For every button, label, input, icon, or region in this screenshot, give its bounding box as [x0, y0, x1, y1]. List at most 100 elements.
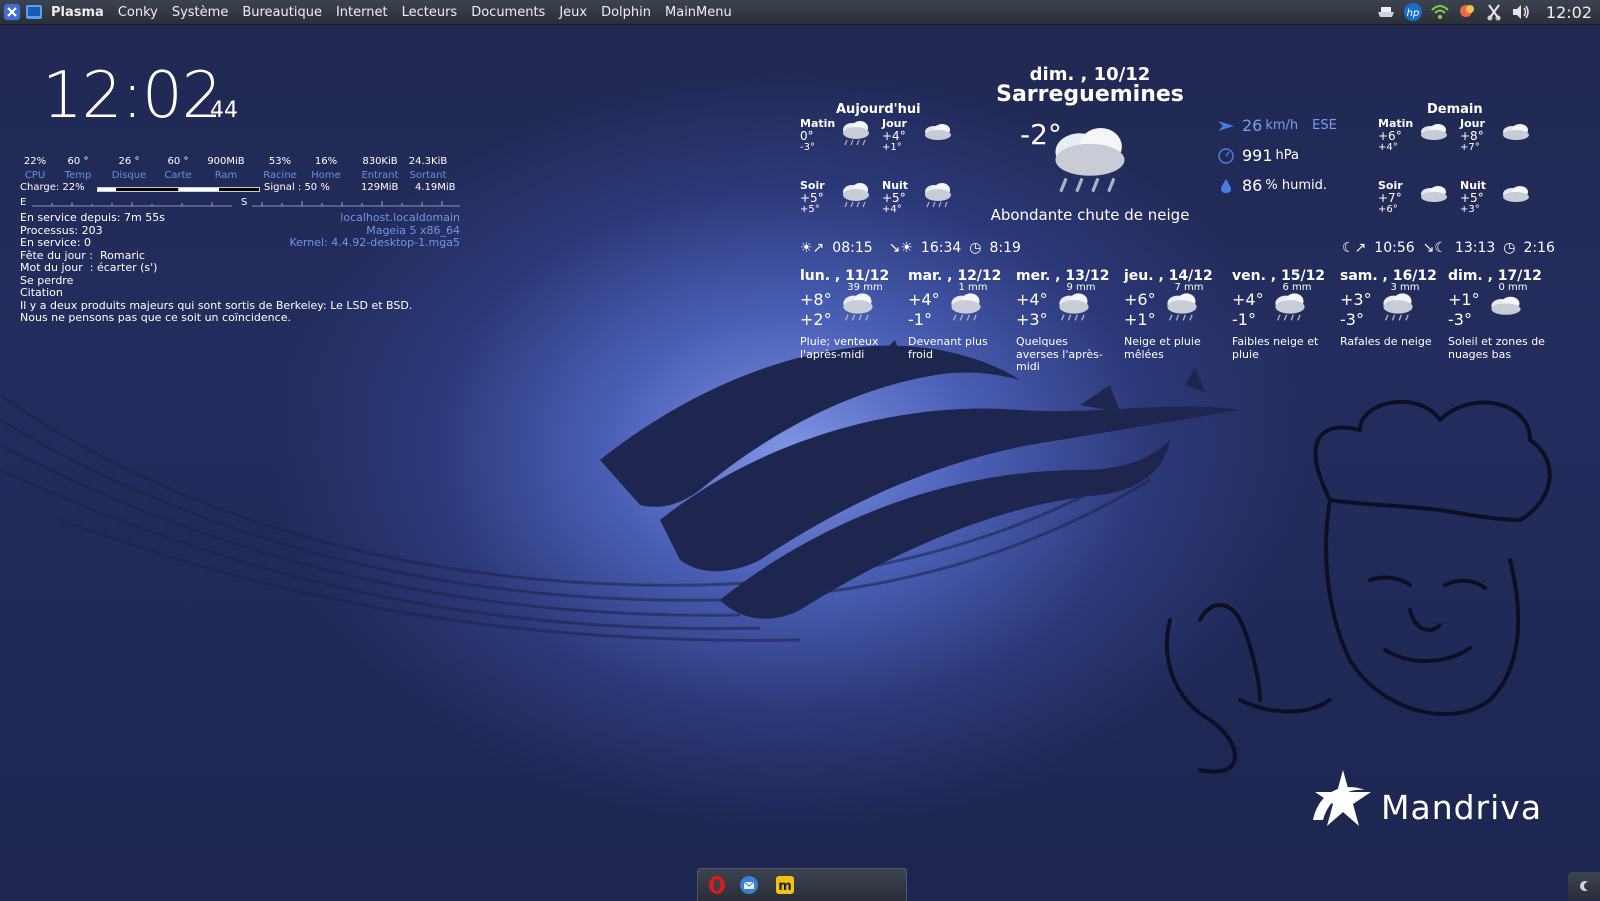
forecast-day: dim. , 17/12 0 mm +1° -3° Soleil et zones …: [1448, 268, 1545, 361]
graph-out-label: S: [241, 197, 248, 208]
sunset-time: 16:34: [920, 240, 962, 256]
forecast-day: jeu. , 14/12 7 mm +6° +1° Neige et pluie m…: [1124, 268, 1213, 361]
today-jour: Jour +4° +1°: [882, 117, 907, 154]
forecast-day: ven. , 15/12 6 mm +4° -1° Faibles neige et…: [1232, 268, 1326, 361]
stat-carte: 60 ° Carte: [164, 156, 192, 181]
conky-clock-seconds: 44: [210, 98, 238, 123]
mageia-update-icon[interactable]: m: [774, 874, 796, 896]
mot-du-jour: Mot du jour : écarter (s'): [20, 261, 158, 274]
daylength-icon: ◷: [969, 240, 982, 256]
mandriva-star-icon: [1313, 770, 1371, 826]
tomorrow-nuit: Nuit +5° +3°: [1460, 179, 1487, 216]
conky-stats: 22% CPU 60 ° Temp 26 ° Disque 60 ° Carte 900…: [20, 155, 460, 181]
menu-lecteurs[interactable]: Lecteurs: [395, 5, 465, 20]
stat-ram: 900MiB Ram: [207, 156, 245, 181]
graph-in-label: E: [20, 197, 27, 208]
charge-label: Charge: 22%: [20, 182, 85, 193]
rain-icon: [1058, 292, 1090, 322]
forecast-day: sam. , 16/12 3 mm +3° -3° Rafales de neige: [1340, 268, 1437, 348]
menu-systeme[interactable]: Système: [165, 5, 235, 20]
in-total: 129MiB: [361, 182, 399, 193]
stat-cpu: 22% CPU: [23, 156, 47, 181]
charge-row: Charge: 22% Signal : 50 % 129MiB 4.19MiB: [20, 182, 460, 196]
kde-launcher-icon[interactable]: [2, 2, 22, 22]
hp-icon[interactable]: hp: [1402, 1, 1424, 23]
humidity: 86 % humid.: [1218, 176, 1327, 195]
humidity-icon: [1221, 178, 1231, 193]
citation-title: Citation: [20, 286, 63, 299]
tomorrow-jour: Jour +8° +7°: [1460, 117, 1485, 154]
rain-icon: [842, 120, 870, 146]
notification-icon[interactable]: [1456, 1, 1478, 23]
charge-bar-fill: [98, 188, 116, 191]
stat-home: 16% Home: [311, 156, 341, 181]
stat-racine: 53% Racine: [263, 156, 297, 181]
wifi-icon[interactable]: [1429, 1, 1451, 23]
moonrise-time: 10:56: [1374, 240, 1415, 256]
sunset-icon: ↘☀: [888, 240, 913, 256]
graph-in: [32, 202, 232, 207]
menu-conky[interactable]: Conky: [111, 5, 165, 20]
host-info: localhost.localdomain Mageia 5 x86_64 Ke…: [290, 211, 461, 250]
menu-plasma[interactable]: Plasma: [44, 5, 111, 20]
volume-icon[interactable]: [1510, 1, 1532, 23]
moonlength-icon: ◷: [1503, 240, 1516, 256]
desktop-toolbox[interactable]: [1568, 872, 1600, 900]
sun-times: ☀↗ 08:15 ↘☀ 16:34 ◷ 8:19: [800, 240, 1021, 256]
taskbar: m: [697, 868, 907, 901]
tomorrow-title: Demain: [1427, 102, 1483, 117]
thunderbird-icon[interactable]: [738, 874, 760, 896]
cloud-icon: [1421, 124, 1447, 140]
tomorrow-matin: Matin +6° +4°: [1378, 117, 1414, 154]
menu-mainmenu[interactable]: MainMenu: [658, 5, 739, 20]
svg-text:hp: hp: [1407, 8, 1420, 19]
cloud-icon: [1503, 186, 1529, 202]
moonset-icon: ↘☾: [1422, 240, 1447, 256]
system-tray: hp 12:02: [1370, 0, 1600, 24]
printer-icon[interactable]: [1375, 1, 1397, 23]
stat-sortant: 24.3KiB Sortant: [408, 156, 448, 181]
forecast-day: mer. , 13/12 9 mm +4° +3° Quelques averses…: [1016, 268, 1110, 373]
today-title: Aujourd'hui: [836, 102, 921, 117]
menu-documents[interactable]: Documents: [464, 5, 552, 20]
klipper-icon[interactable]: [1483, 1, 1505, 23]
stat-temp: 60 ° Temp: [64, 156, 92, 181]
today-matin: Matin 0° -3°: [800, 117, 836, 154]
opera-icon[interactable]: [706, 874, 728, 896]
rain-icon: [950, 292, 982, 322]
pressure-icon: [1218, 147, 1234, 164]
rain-icon: [924, 182, 952, 208]
rain-icon: [1382, 292, 1414, 322]
mandriva-logo: Mandriva: [1305, 770, 1555, 850]
desktop-icon[interactable]: [24, 2, 44, 22]
forecast-day: mar. , 12/12 1 mm +4° -1° Devenant plus fr…: [908, 268, 1002, 361]
stat-disque: 26 ° Disque: [111, 156, 147, 181]
cloud-icon: [1503, 124, 1529, 140]
wind-icon: [1218, 120, 1234, 131]
charge-bar: [97, 187, 179, 192]
panel-clock[interactable]: 12:02: [1546, 3, 1592, 22]
menu-bureautique[interactable]: Bureautique: [235, 5, 329, 20]
sunrise-time: 08:15: [832, 240, 873, 256]
out-total: 4.19MiB: [415, 182, 456, 193]
pressure: 991 hPa: [1218, 146, 1299, 165]
menu-internet[interactable]: Internet: [329, 5, 395, 20]
sunrise-icon: ☀↗: [800, 240, 825, 256]
today-soir: Soir +5° +5°: [800, 179, 825, 216]
hostname: localhost.localdomain: [340, 211, 460, 224]
citation-line-2: Nous ne pensons pas que ce soit un coïnc…: [20, 311, 291, 324]
signal-label: Signal : 50 %: [264, 182, 330, 193]
mandriva-wordmark: Mandriva: [1381, 788, 1543, 827]
moon-times: ☾↗ 10:56 ↘☾ 13:13 ◷ 2:16: [1342, 240, 1555, 256]
menu-jeux[interactable]: Jeux: [552, 5, 594, 20]
network-graphs: E S: [20, 197, 460, 209]
weather-widget: dim. , 10/12 Sarreguemines Aujourd'hui M…: [800, 60, 1590, 380]
heavy-snow-icon: [1053, 126, 1127, 194]
forecast-day: lun. , 11/12 39 mm +8° +2° Pluie; venteux …: [800, 268, 890, 361]
cashew-icon: [1580, 881, 1588, 891]
rain-icon: [842, 182, 870, 208]
moonset-time: 13:13: [1454, 240, 1496, 256]
wind: 26 km/h ESE: [1218, 116, 1337, 135]
menu-dolphin[interactable]: Dolphin: [594, 5, 658, 20]
tomorrow-soir: Soir +7° +6°: [1378, 179, 1403, 216]
